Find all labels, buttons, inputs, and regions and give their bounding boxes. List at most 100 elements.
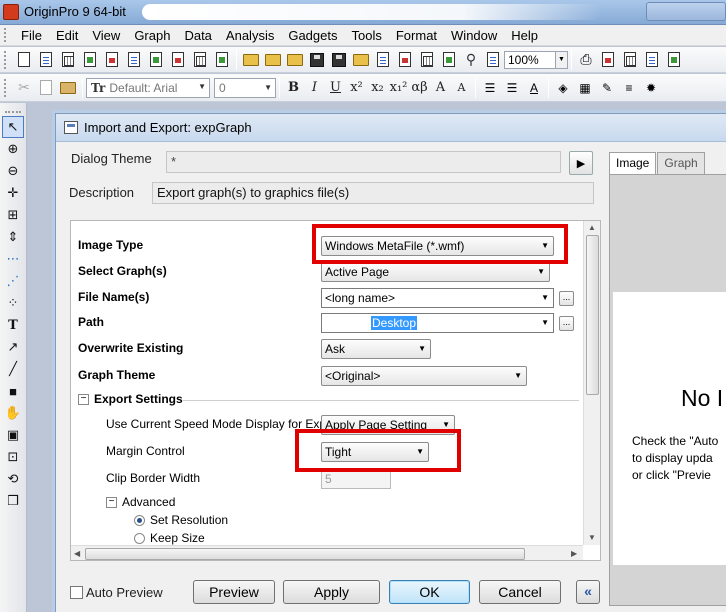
refresh-button[interactable] bbox=[597, 49, 619, 71]
new-function-button[interactable] bbox=[101, 49, 123, 71]
region-tool[interactable]: ⁘ bbox=[2, 292, 24, 314]
save-button[interactable] bbox=[306, 49, 328, 71]
menu-view[interactable]: View bbox=[85, 26, 127, 45]
rotate-tool[interactable]: ⟲ bbox=[2, 468, 24, 490]
data-highlighter-tool[interactable]: ⋯ bbox=[2, 248, 24, 270]
data-reader-tool[interactable]: ⊞ bbox=[2, 204, 24, 226]
menu-window[interactable]: Window bbox=[444, 26, 504, 45]
font-size-select[interactable]: 0 ▼ bbox=[214, 77, 276, 98]
center-align-button[interactable]: ☰ bbox=[501, 77, 523, 99]
font-select[interactable]: Tr Default: Arial ▼ bbox=[86, 77, 210, 98]
decrease-font-button[interactable]: A bbox=[451, 77, 472, 99]
preview-button[interactable]: Preview bbox=[193, 580, 275, 604]
vertical-scrollbar[interactable]: ▲ ▼ bbox=[583, 221, 600, 545]
paste-button[interactable] bbox=[57, 77, 79, 99]
arrow-tool[interactable]: ↗ bbox=[2, 336, 24, 358]
screen-reader-tool[interactable]: ✛ bbox=[2, 182, 24, 204]
collapse-advanced-icon[interactable]: − bbox=[106, 497, 117, 508]
print-button[interactable]: ⎙ bbox=[575, 49, 597, 71]
menu-format[interactable]: Format bbox=[389, 26, 444, 45]
apply-button[interactable]: Apply bbox=[283, 580, 380, 604]
vertical-scroll-thumb[interactable] bbox=[586, 235, 599, 395]
file-name-input[interactable]: <long name> ▼ bbox=[321, 288, 554, 308]
underline-button[interactable]: U bbox=[325, 77, 346, 99]
keep-size-radio[interactable] bbox=[134, 533, 145, 544]
new-notes-button[interactable] bbox=[145, 49, 167, 71]
text-tool[interactable]: T bbox=[2, 314, 24, 336]
cancel-button[interactable]: Cancel bbox=[479, 580, 561, 604]
save-template-button[interactable] bbox=[328, 49, 350, 71]
new-project-button[interactable] bbox=[13, 49, 35, 71]
symbol-button[interactable]: ✹ bbox=[640, 77, 662, 99]
menu-help[interactable]: Help bbox=[504, 26, 545, 45]
cut-button[interactable]: ✂ bbox=[13, 77, 35, 99]
font-color-button[interactable]: A bbox=[523, 77, 545, 99]
graph-theme-select[interactable]: <Original> ▼ bbox=[321, 366, 527, 386]
tab-graph[interactable]: Graph bbox=[657, 152, 705, 174]
data-selector-tool[interactable]: ⇕ bbox=[2, 226, 24, 248]
overwrite-select[interactable]: Ask ▼ bbox=[321, 339, 431, 359]
duplicate-button[interactable] bbox=[416, 49, 438, 71]
line-tool[interactable]: ╱ bbox=[2, 358, 24, 380]
subscript-button[interactable]: x₂ bbox=[367, 77, 388, 99]
new-layout-button[interactable] bbox=[123, 49, 145, 71]
batch-plot-button[interactable] bbox=[438, 49, 460, 71]
new-matrix-button[interactable] bbox=[57, 49, 79, 71]
tab-image[interactable]: Image bbox=[609, 152, 657, 175]
collapse-panel-button[interactable]: « bbox=[576, 580, 600, 604]
export-button[interactable] bbox=[619, 49, 641, 71]
menu-file[interactable]: File bbox=[14, 26, 49, 45]
zoom-level[interactable]: 100% bbox=[504, 50, 556, 69]
left-align-button[interactable]: ☰ bbox=[479, 77, 501, 99]
italic-button[interactable]: I bbox=[304, 77, 325, 99]
menu-tools[interactable]: Tools bbox=[345, 26, 389, 45]
scroll-down-icon[interactable]: ▼ bbox=[588, 533, 596, 542]
path-browse-button[interactable]: ... bbox=[559, 316, 574, 331]
superscript-button[interactable]: x² bbox=[346, 77, 367, 99]
collapse-export-settings-icon[interactable]: − bbox=[78, 394, 89, 405]
path-input[interactable]: Desktop ▼ bbox=[321, 313, 554, 333]
line-style-button[interactable]: ≡ bbox=[618, 77, 640, 99]
new-graph-button[interactable] bbox=[79, 49, 101, 71]
select-graph-select[interactable]: Active Page ▼ bbox=[321, 262, 550, 282]
recalculate-button[interactable] bbox=[394, 49, 416, 71]
increase-font-button[interactable]: A bbox=[430, 77, 451, 99]
supersubscript-button[interactable]: x₁² bbox=[388, 77, 409, 99]
mask-tool[interactable]: ⊡ bbox=[2, 446, 24, 468]
new-image-button[interactable] bbox=[211, 49, 233, 71]
script-button[interactable] bbox=[482, 49, 504, 71]
open-button[interactable] bbox=[240, 49, 262, 71]
scroll-left-icon[interactable]: ◀ bbox=[74, 549, 80, 558]
menu-edit[interactable]: Edit bbox=[49, 26, 85, 45]
menu-graph[interactable]: Graph bbox=[127, 26, 177, 45]
line-color-button[interactable]: ✎ bbox=[596, 77, 618, 99]
horizontal-scroll-thumb[interactable] bbox=[85, 548, 525, 560]
project-explorer-button[interactable] bbox=[641, 49, 663, 71]
rectangle-tool[interactable]: ■ bbox=[2, 380, 24, 402]
open-excel-button[interactable] bbox=[284, 49, 306, 71]
clip-border-input[interactable]: 5 bbox=[321, 469, 391, 489]
menu-analysis[interactable]: Analysis bbox=[219, 26, 281, 45]
bold-button[interactable]: B bbox=[283, 77, 304, 99]
layer-tool[interactable]: ▣ bbox=[2, 424, 24, 446]
copy-button[interactable] bbox=[35, 77, 57, 99]
theme-menu-button[interactable]: ▶ bbox=[569, 151, 593, 175]
new-worksheet-button[interactable] bbox=[35, 49, 57, 71]
object-3d-tool[interactable]: ❒ bbox=[2, 490, 24, 512]
zoom-in-tool[interactable]: ⊕ bbox=[2, 138, 24, 160]
horizontal-scrollbar[interactable]: ◀ ▶ bbox=[71, 545, 583, 560]
draw-data-tool[interactable]: ⋰ bbox=[2, 270, 24, 292]
pattern-button[interactable]: ▦ bbox=[574, 77, 596, 99]
zoom-out-tool[interactable]: ⊖ bbox=[2, 160, 24, 182]
auto-preview-checkbox[interactable] bbox=[70, 586, 83, 599]
greek-button[interactable]: αβ bbox=[409, 77, 430, 99]
scroll-up-icon[interactable]: ▲ bbox=[588, 223, 596, 232]
new-3d-button[interactable] bbox=[189, 49, 211, 71]
zoom-dropdown-icon[interactable]: ▼ bbox=[556, 50, 568, 69]
ok-button[interactable]: OK bbox=[389, 580, 470, 604]
menu-gadgets[interactable]: Gadgets bbox=[281, 26, 344, 45]
window-controls[interactable] bbox=[646, 2, 726, 21]
import-wizard-button[interactable] bbox=[372, 49, 394, 71]
import-button[interactable] bbox=[350, 49, 372, 71]
fill-color-button[interactable]: ◈ bbox=[552, 77, 574, 99]
